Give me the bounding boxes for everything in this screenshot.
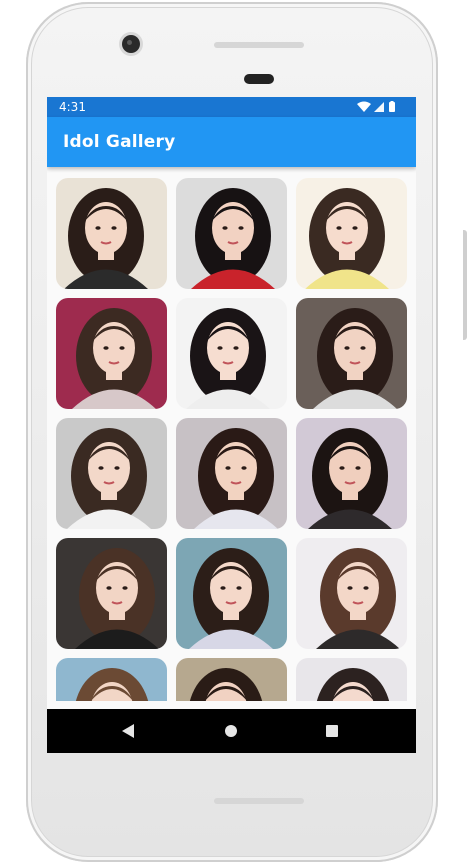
portrait-photo [56, 658, 167, 701]
portrait-photo [56, 538, 167, 649]
cell-signal-icon [374, 102, 384, 112]
portrait-photo [56, 178, 167, 289]
portrait-photo [56, 298, 167, 409]
app-title: Idol Gallery [63, 132, 176, 152]
photo-tile[interactable] [296, 538, 407, 649]
photo-grid[interactable] [47, 169, 416, 701]
portrait-photo [176, 658, 287, 701]
portrait-photo [56, 418, 167, 529]
photo-tile[interactable] [56, 178, 167, 289]
bottom-speaker [214, 798, 304, 804]
front-camera-icon [122, 35, 140, 53]
portrait-photo [176, 538, 287, 649]
photo-tile[interactable] [176, 418, 287, 529]
photo-tile[interactable] [296, 298, 407, 409]
photo-tile[interactable] [56, 658, 167, 701]
photo-tile[interactable] [296, 658, 407, 701]
photo-tile[interactable] [296, 418, 407, 529]
device-screen: 4:31 Idol Gallery [47, 97, 416, 753]
side-button [463, 230, 467, 340]
portrait-photo [176, 178, 287, 289]
photo-tile[interactable] [56, 418, 167, 529]
portrait-photo [176, 418, 287, 529]
portrait-photo [296, 538, 407, 649]
portrait-photo [176, 298, 287, 409]
recents-square-icon[interactable] [325, 724, 339, 738]
navigation-bar [47, 709, 416, 753]
photo-tile[interactable] [296, 178, 407, 289]
home-circle-icon[interactable] [224, 724, 238, 738]
photo-tile[interactable] [176, 538, 287, 649]
photo-tile[interactable] [176, 178, 287, 289]
portrait-photo [296, 178, 407, 289]
back-triangle-icon[interactable] [121, 723, 135, 739]
photo-tile[interactable] [176, 658, 287, 701]
portrait-photo [296, 298, 407, 409]
battery-icon [389, 102, 395, 112]
portrait-photo [296, 418, 407, 529]
app-bar: Idol Gallery [47, 117, 416, 167]
photo-tile[interactable] [56, 538, 167, 649]
status-icons [357, 101, 395, 112]
portrait-photo [296, 658, 407, 701]
photo-tile[interactable] [176, 298, 287, 409]
status-bar: 4:31 [47, 97, 416, 117]
photo-tile[interactable] [56, 298, 167, 409]
proximity-sensor [244, 74, 274, 84]
earpiece-speaker [214, 42, 304, 48]
wifi-icon [357, 101, 371, 112]
status-time: 4:31 [59, 100, 86, 114]
